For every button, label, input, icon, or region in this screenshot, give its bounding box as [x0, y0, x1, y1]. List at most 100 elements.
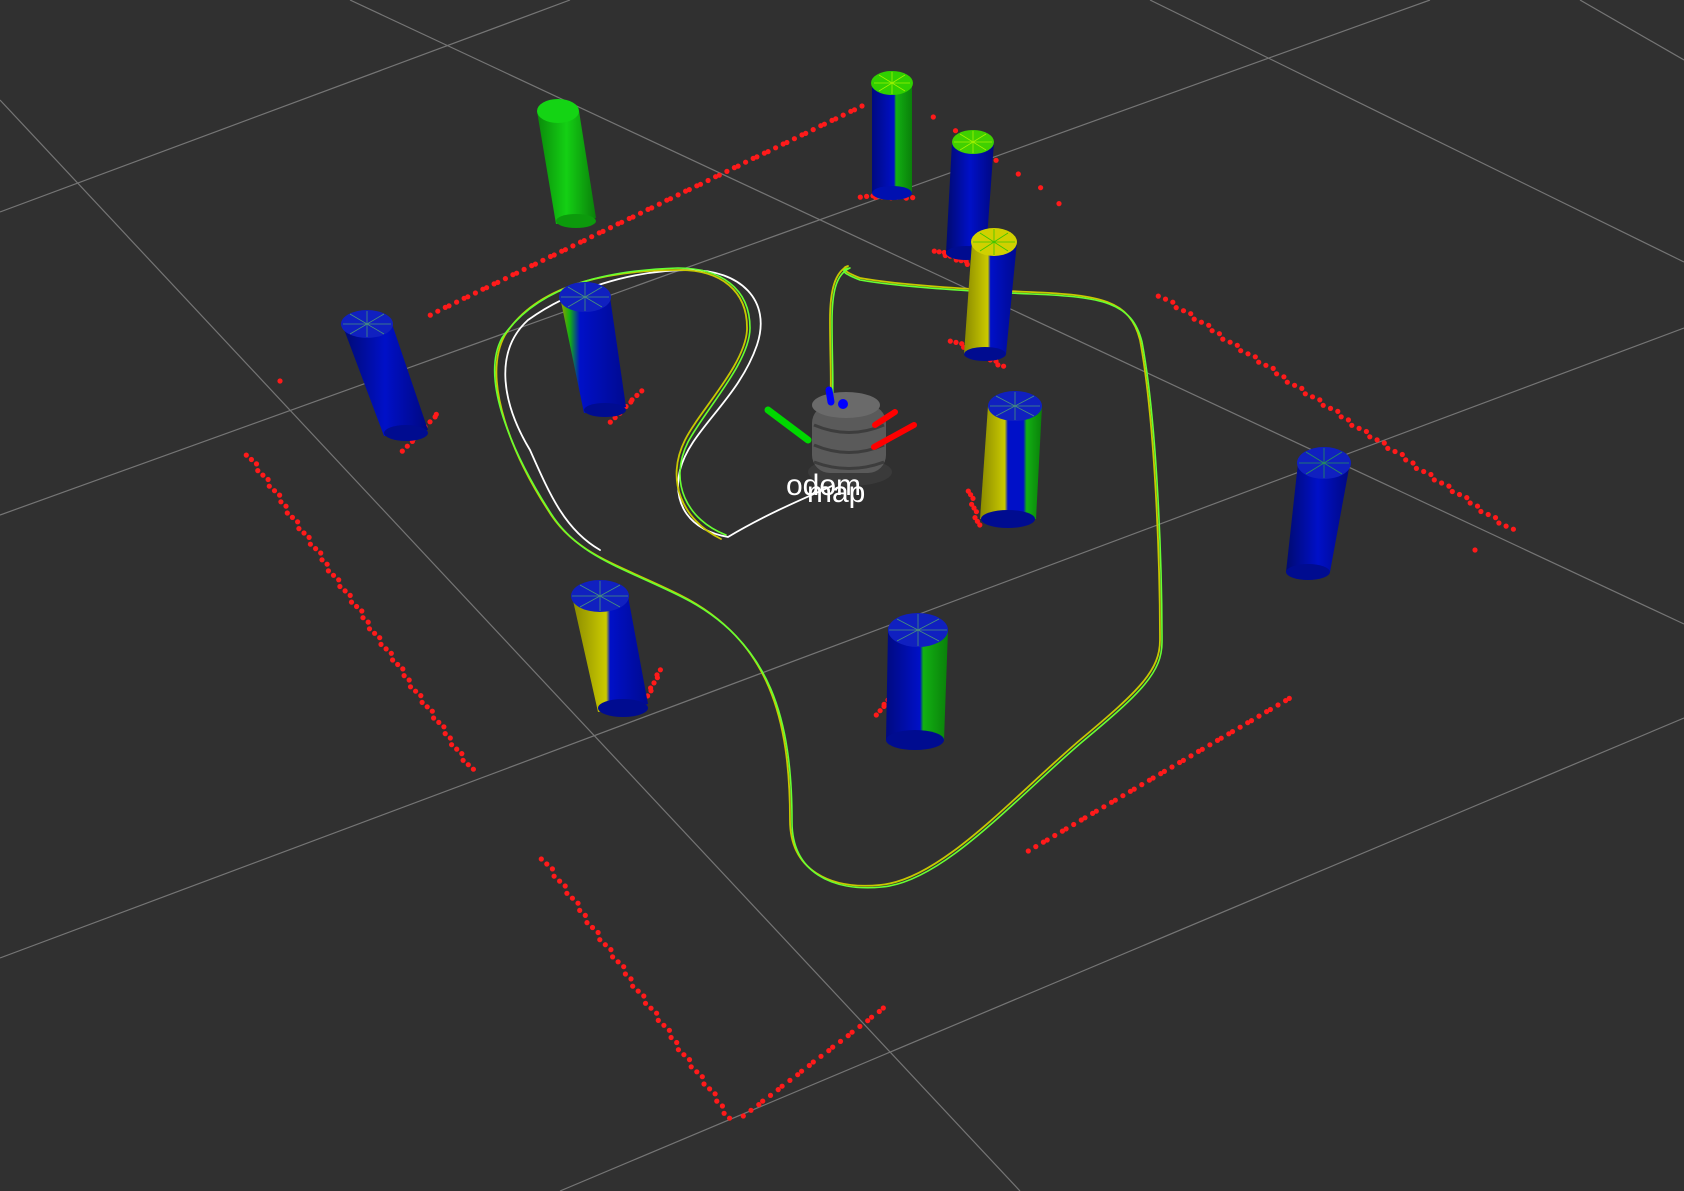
scan-point — [1173, 305, 1179, 311]
scan-point — [1170, 299, 1176, 305]
scan-point — [1284, 379, 1290, 385]
scan-point — [1345, 417, 1351, 423]
scan-point — [707, 1086, 713, 1092]
scan-point — [995, 362, 1001, 368]
scan-point — [876, 1008, 882, 1015]
scan-point — [372, 630, 378, 636]
scan-point — [1385, 445, 1391, 451]
scan-point — [840, 112, 846, 118]
scan-point — [495, 279, 501, 285]
scan-point — [630, 983, 636, 989]
scan-point — [413, 688, 419, 694]
scan-point — [502, 276, 508, 282]
scan-point — [1063, 826, 1069, 832]
rviz-3d-viewport[interactable]: odom map — [0, 0, 1684, 1191]
scan-point — [795, 1072, 801, 1078]
scan-point — [648, 685, 654, 691]
pillar-yellow-blue-green-center-right — [980, 391, 1042, 528]
scan-point — [1449, 488, 1455, 495]
scan-point — [642, 1000, 649, 1006]
scan-point — [1207, 742, 1213, 748]
scan-point — [1286, 695, 1292, 702]
scan-point — [686, 1057, 693, 1063]
scan-point — [584, 920, 590, 926]
scan-point — [577, 907, 583, 914]
scan-point — [1317, 397, 1323, 403]
scan-point — [319, 557, 325, 563]
scan-point — [427, 312, 433, 318]
scan-point — [582, 912, 588, 919]
scan-point — [253, 461, 260, 467]
scan-point — [977, 522, 983, 528]
scan-point — [1456, 491, 1463, 498]
scan-point — [521, 266, 527, 272]
scan-point — [336, 577, 342, 583]
scan-point — [289, 514, 295, 521]
scan-point — [686, 187, 692, 193]
scan-point — [427, 419, 433, 425]
scan-point — [635, 988, 641, 994]
scan-point — [465, 762, 471, 768]
scan-point — [306, 534, 312, 541]
scan-point — [630, 214, 636, 220]
scan-point — [1155, 293, 1161, 299]
scan-point — [719, 1103, 726, 1109]
scan-point — [615, 959, 621, 965]
scan-point — [435, 308, 441, 314]
scan-point — [266, 483, 272, 489]
scan-point — [740, 1113, 746, 1119]
scan-point — [449, 742, 455, 748]
scan-point — [1198, 319, 1204, 325]
scan-point — [1015, 171, 1021, 177]
frame-label-map: map — [807, 476, 865, 509]
scan-point — [775, 1087, 781, 1093]
scan-point — [383, 646, 389, 652]
scan-point — [325, 568, 331, 574]
scan-point — [406, 677, 412, 683]
scan-point — [681, 1052, 687, 1058]
scan-point — [1052, 832, 1058, 839]
scan-point — [459, 751, 465, 757]
scan-point — [724, 168, 730, 174]
scan-point — [694, 1069, 700, 1075]
scan-point — [760, 1098, 766, 1104]
scan-point — [277, 378, 283, 384]
scan-point — [569, 895, 576, 901]
scan-point — [1446, 483, 1452, 489]
scan-point — [400, 666, 406, 672]
scan-point — [1227, 339, 1233, 345]
scan-point — [629, 397, 635, 403]
scan-point — [1281, 374, 1287, 380]
scan-point — [697, 181, 704, 187]
scan-point — [648, 1005, 654, 1011]
scan-point — [1139, 782, 1145, 788]
scan-point — [1199, 746, 1205, 752]
scan-point — [557, 878, 563, 884]
scan-point — [641, 993, 647, 999]
scan-point — [460, 757, 466, 763]
scan-point — [1220, 336, 1226, 342]
scan-point — [424, 704, 430, 710]
scan-point — [431, 715, 437, 721]
pillar-blue-green-bottom-center — [886, 613, 948, 750]
scan-point — [514, 270, 520, 276]
scan-point — [1270, 365, 1276, 371]
scan-point — [348, 599, 355, 605]
scan-point — [1478, 508, 1484, 515]
scan-point — [773, 145, 779, 151]
scan-point — [1320, 402, 1326, 408]
scan-point — [1381, 440, 1387, 446]
scan-point — [628, 976, 634, 982]
scan-point — [735, 163, 741, 169]
scan-point — [1338, 414, 1344, 420]
scan-point — [1472, 547, 1478, 553]
scan-point — [454, 299, 460, 305]
scan-point — [377, 635, 383, 641]
scan-point — [637, 210, 644, 216]
scan-point — [575, 900, 581, 906]
scan-point — [619, 219, 625, 225]
scan-point — [313, 546, 319, 552]
scan-point — [803, 130, 809, 136]
scan-point — [366, 626, 373, 632]
scan-point — [1071, 821, 1077, 828]
